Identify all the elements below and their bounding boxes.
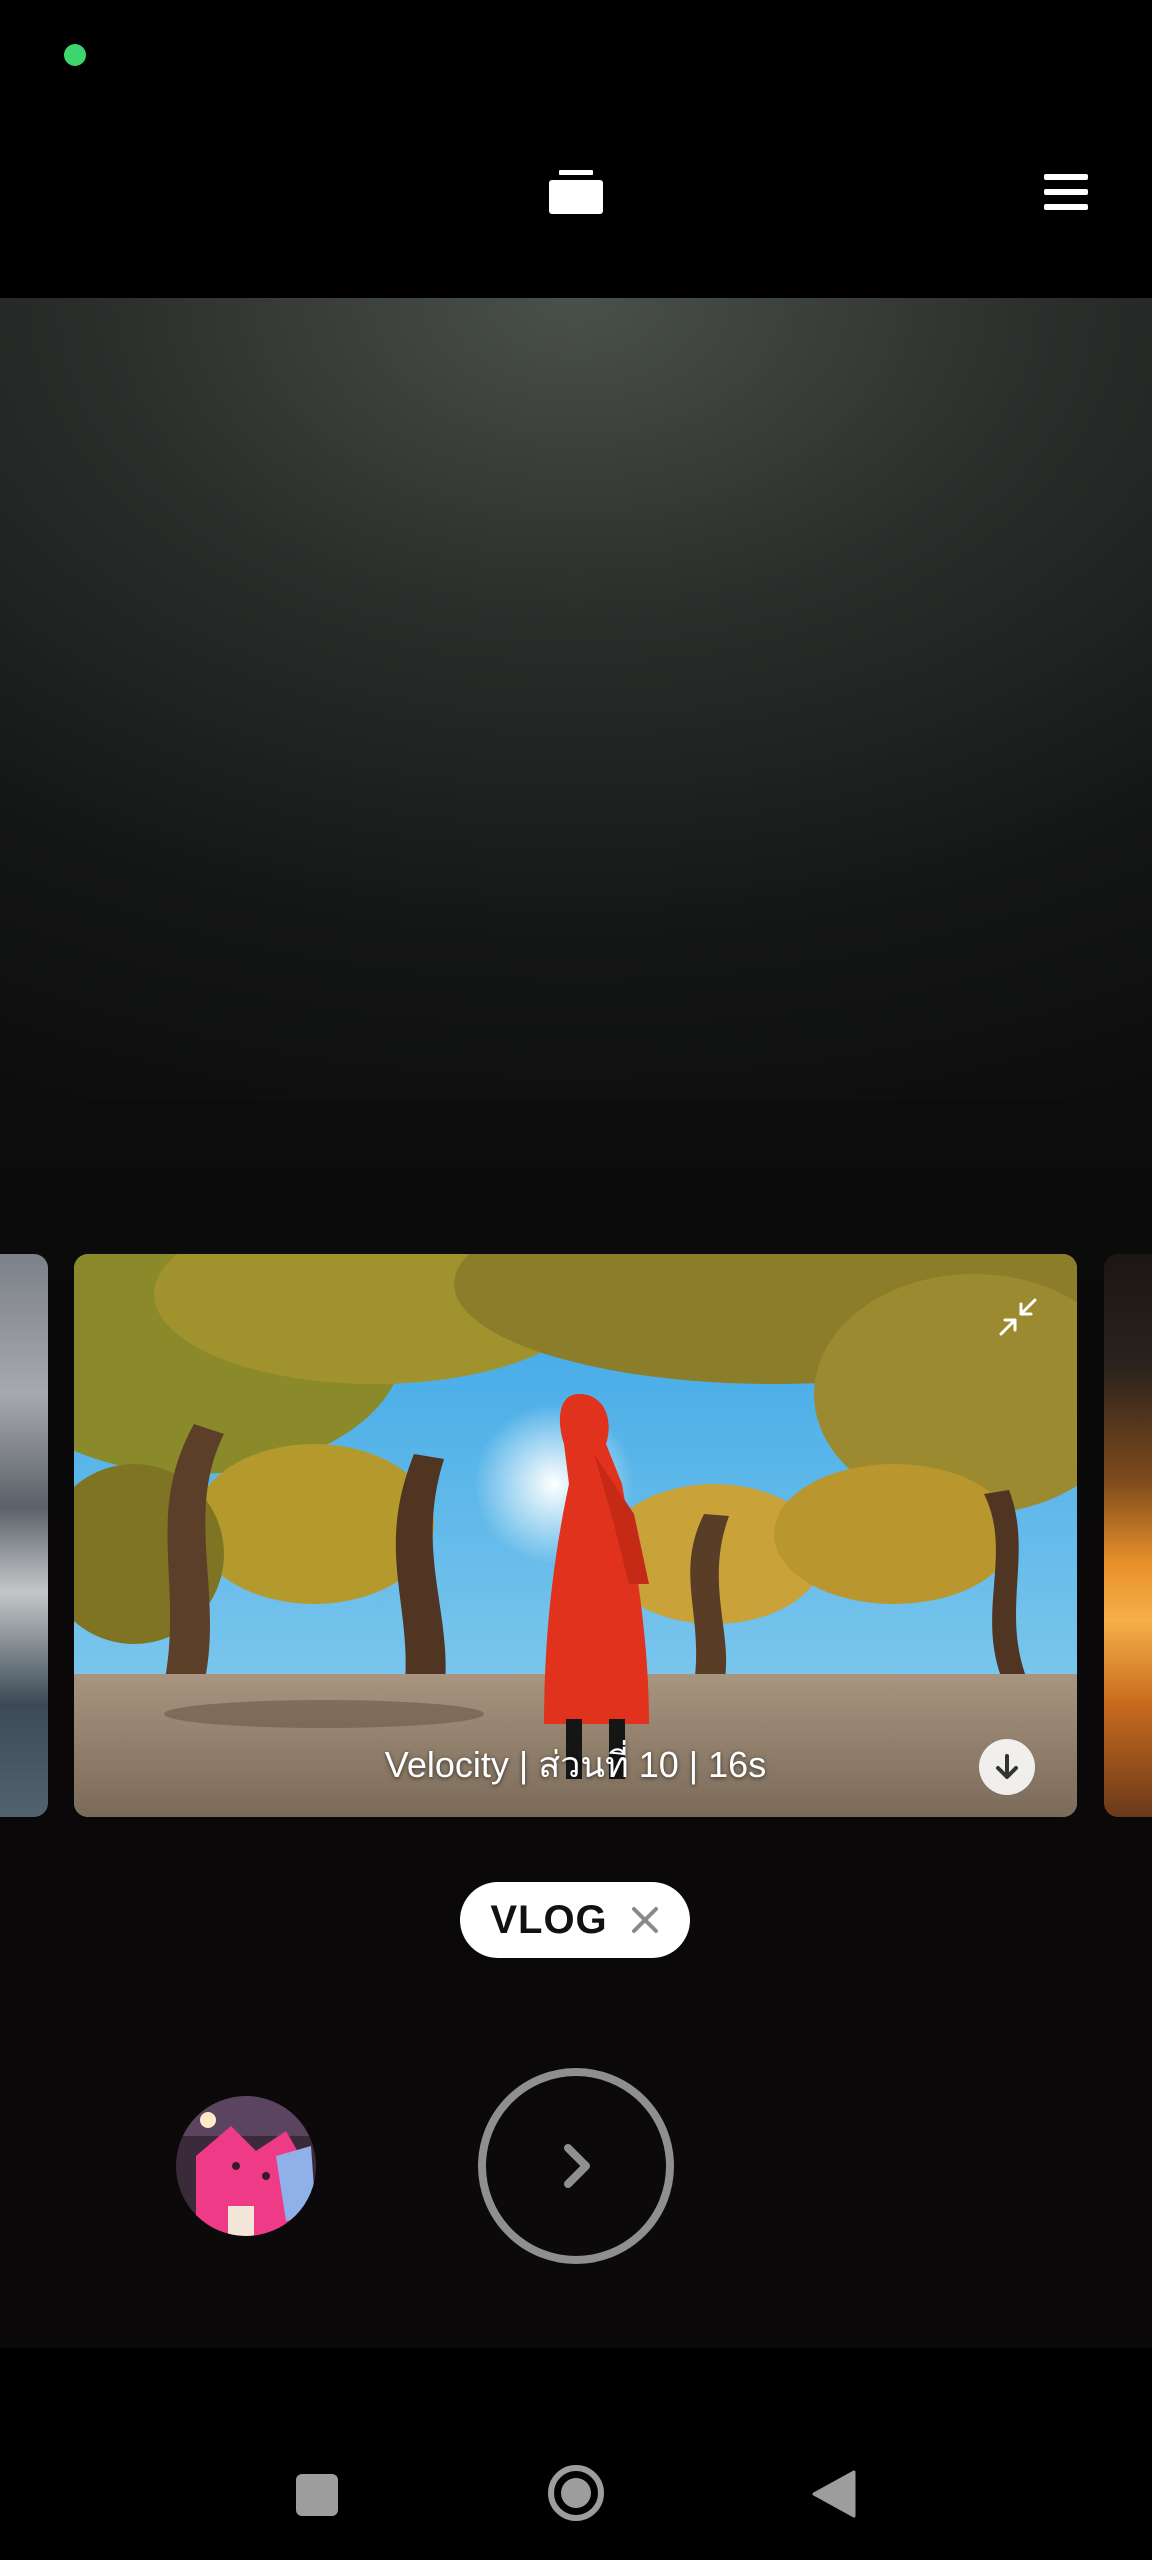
download-icon: [996, 1754, 1018, 1779]
aspect-ratio-icon[interactable]: [549, 170, 603, 214]
menu-icon[interactable]: [1044, 172, 1088, 212]
camera-screen: Velocity | ส่วนที่ 10 | 16s VLOG: [0, 0, 1152, 2560]
collapse-icon[interactable]: [997, 1296, 1039, 1338]
mode-chip[interactable]: VLOG: [460, 1882, 690, 1958]
close-icon[interactable]: [630, 1905, 660, 1935]
recents-button[interactable]: [296, 2474, 338, 2516]
mode-chip-label: VLOG: [490, 1897, 608, 1942]
privacy-indicator-dot: [64, 44, 86, 66]
gallery-thumbnail[interactable]: [176, 2096, 316, 2236]
home-button[interactable]: [547, 2464, 605, 2522]
chevron-right-icon: [564, 2144, 590, 2188]
back-button[interactable]: [812, 2470, 856, 2518]
template-card-previous[interactable]: [0, 1254, 48, 1817]
top-bar: [0, 0, 1152, 298]
template-preview-image: [74, 1254, 1077, 1817]
template-caption: Velocity | ส่วนที่ 10 | 16s: [384, 1744, 767, 1785]
template-card-selected[interactable]: Velocity | ส่วนที่ 10 | 16s: [74, 1254, 1077, 1817]
shutter-button[interactable]: [476, 2066, 676, 2266]
template-card-next[interactable]: [1104, 1254, 1152, 1817]
system-nav-bar: [0, 2348, 1152, 2560]
download-button[interactable]: [979, 1739, 1035, 1795]
gallery-thumbnail-image: [176, 2096, 316, 2236]
